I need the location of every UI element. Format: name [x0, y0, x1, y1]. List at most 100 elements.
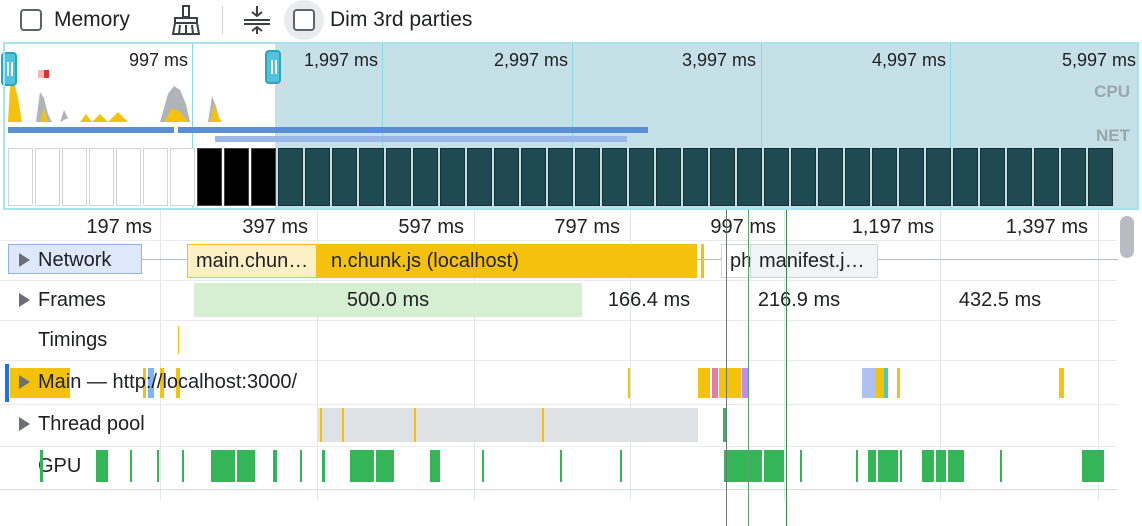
screenshot-thumbnail[interactable]: [683, 148, 708, 206]
gpu-task[interactable]: [237, 450, 255, 482]
track-main[interactable]: Main — http://localhost:3000/: [0, 362, 297, 402]
expand-arrow-icon[interactable]: [19, 253, 30, 267]
flame-chart[interactable]: 197 ms 397 ms 597 ms 797 ms 997 ms 1,197…: [0, 210, 1142, 526]
gpu-task[interactable]: [273, 450, 277, 482]
gpu-task[interactable]: [800, 450, 802, 482]
broom-icon[interactable]: [170, 0, 202, 40]
main-task-block[interactable]: [1059, 368, 1064, 398]
screenshot-thumbnail[interactable]: [170, 148, 195, 206]
screenshot-thumbnail[interactable]: [656, 148, 681, 206]
expand-arrow-icon[interactable]: [19, 417, 30, 431]
thread-pool-task[interactable]: [542, 408, 544, 442]
expand-arrow-icon[interactable]: [19, 375, 30, 389]
gpu-task[interactable]: [856, 450, 858, 482]
screenshot-thumbnail[interactable]: [926, 148, 951, 206]
timeline-overview[interactable]: 997 ms 1,997 ms 2,997 ms 3,997 ms 4,997 …: [0, 42, 1142, 210]
screenshot-thumbnail[interactable]: [1034, 148, 1059, 206]
track-thread-pool[interactable]: Thread pool: [0, 404, 145, 444]
screenshot-thumbnail[interactable]: [386, 148, 411, 206]
thread-pool-task[interactable]: [318, 408, 698, 442]
screenshot-thumbnail[interactable]: [224, 148, 249, 206]
gpu-task[interactable]: [430, 450, 440, 482]
screenshot-thumbnail[interactable]: [413, 148, 438, 206]
screenshot-thumbnail[interactable]: [629, 148, 654, 206]
gpu-task[interactable]: [322, 450, 325, 482]
main-task-block[interactable]: [712, 368, 718, 398]
track-frames[interactable]: Frames: [0, 280, 106, 320]
thread-pool-task[interactable]: [342, 408, 344, 442]
network-request-main-chunk-js[interactable]: n.chunk.js (localhost): [317, 244, 697, 278]
screenshot-thumbnail[interactable]: [62, 148, 87, 206]
frame-block[interactable]: 500.0 ms: [194, 283, 582, 317]
gpu-task[interactable]: [300, 450, 302, 482]
timing-marker[interactable]: [178, 326, 179, 354]
screenshot-thumbnail[interactable]: [197, 148, 222, 206]
main-task-block[interactable]: [876, 368, 884, 398]
screenshot-thumbnail[interactable]: [359, 148, 384, 206]
screenshot-thumbnail[interactable]: [1061, 148, 1086, 206]
gpu-task[interactable]: [40, 450, 43, 482]
screenshot-thumbnail[interactable]: [953, 148, 978, 206]
screenshot-thumbnail[interactable]: [602, 148, 627, 206]
network-request-manifest[interactable]: manifest.j…: [750, 244, 878, 278]
track-timings[interactable]: Timings: [0, 320, 107, 360]
gpu-task[interactable]: [157, 450, 159, 482]
main-task-block[interactable]: [862, 368, 876, 398]
gpu-task[interactable]: [724, 450, 762, 482]
dim-3rd-parties-checkbox[interactable]: Dim 3rd parties: [284, 0, 472, 40]
screenshot-thumbnail[interactable]: [143, 148, 168, 206]
screenshot-thumbnail[interactable]: [1007, 148, 1032, 206]
gpu-task[interactable]: [211, 450, 235, 482]
gpu-task[interactable]: [878, 450, 898, 482]
network-request-main-chunk[interactable]: main.chun…: [187, 244, 317, 278]
screenshot-thumbnail[interactable]: [764, 148, 789, 206]
network-request-small[interactable]: [701, 244, 704, 278]
screenshot-thumbnail[interactable]: [845, 148, 870, 206]
frame-block[interactable]: 166.4 ms: [582, 283, 716, 317]
gpu-task[interactable]: [1000, 450, 1002, 482]
screenshot-thumbnail[interactable]: [440, 148, 465, 206]
gpu-task[interactable]: [620, 450, 622, 482]
screenshot-thumbnail[interactable]: [332, 148, 357, 206]
track-network[interactable]: Network: [0, 240, 111, 280]
overview-right-handle[interactable]: [265, 50, 281, 84]
gpu-task[interactable]: [182, 450, 184, 482]
screenshot-thumbnail[interactable]: [575, 148, 600, 206]
gpu-task[interactable]: [560, 450, 562, 482]
screenshot-thumbnail[interactable]: [872, 148, 897, 206]
screenshot-thumbnail[interactable]: [521, 148, 546, 206]
screenshot-thumbnail[interactable]: [494, 148, 519, 206]
gpu-task[interactable]: [376, 450, 394, 482]
main-task-block[interactable]: [628, 368, 630, 398]
frame-block[interactable]: 216.9 ms: [740, 283, 858, 317]
gpu-task[interactable]: [764, 450, 784, 482]
screenshot-thumbnail[interactable]: [899, 148, 924, 206]
gpu-task[interactable]: [948, 450, 964, 482]
screenshot-thumbnail[interactable]: [467, 148, 492, 206]
screenshot-thumbnail[interactable]: [548, 148, 573, 206]
screenshot-thumbnail[interactable]: [8, 148, 33, 206]
memory-checkbox[interactable]: Memory: [20, 0, 130, 40]
gpu-task[interactable]: [350, 450, 374, 482]
screenshot-thumbnail[interactable]: [305, 148, 330, 206]
frame-block[interactable]: 432.5 ms: [940, 283, 1060, 317]
dim-checkbox-halo[interactable]: [284, 0, 324, 40]
overview-left-handle[interactable]: [1, 52, 17, 86]
screenshot-thumbnail[interactable]: [1088, 148, 1113, 206]
screenshot-thumbnail[interactable]: [791, 148, 816, 206]
screenshot-thumbnail[interactable]: [710, 148, 735, 206]
screenshot-thumbnail[interactable]: [116, 148, 141, 206]
vertical-scrollbar-thumb[interactable]: [1120, 216, 1134, 258]
gpu-task[interactable]: [1082, 450, 1104, 482]
screenshot-thumbnail[interactable]: [737, 148, 762, 206]
thread-pool-task[interactable]: [320, 408, 322, 442]
collapse-vertical-icon[interactable]: [241, 0, 273, 40]
gpu-task[interactable]: [482, 450, 484, 482]
screenshot-thumbnail[interactable]: [278, 148, 303, 206]
memory-checkbox-box[interactable]: [20, 9, 42, 31]
expand-arrow-icon[interactable]: [19, 293, 30, 307]
gpu-task[interactable]: [900, 450, 902, 482]
dim-checkbox-box[interactable]: [293, 9, 315, 31]
main-task-block[interactable]: [897, 368, 900, 398]
screenshot-thumbnail[interactable]: [818, 148, 843, 206]
